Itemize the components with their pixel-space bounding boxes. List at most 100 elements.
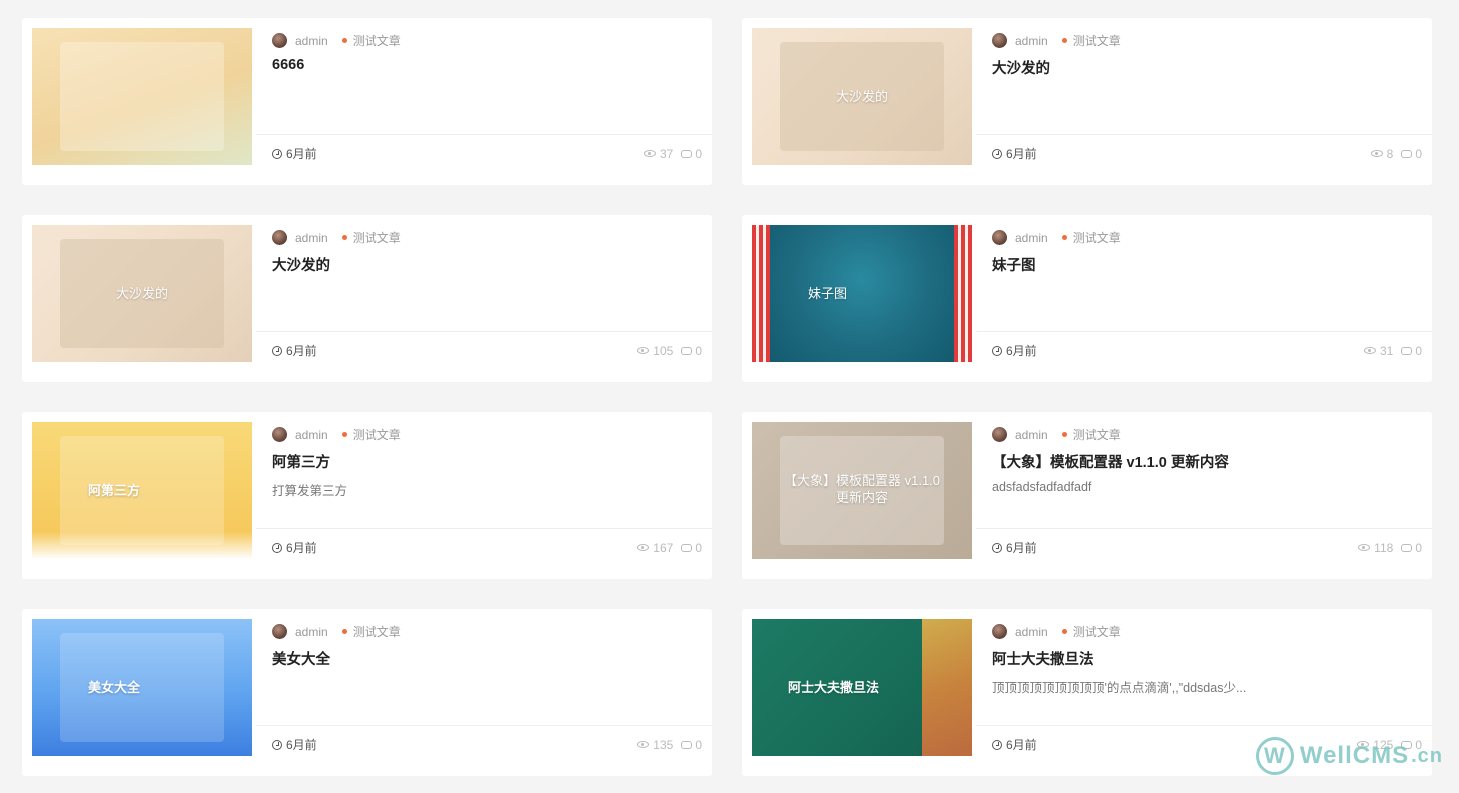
clock-icon: [992, 148, 1002, 159]
avatar[interactable]: [272, 230, 287, 245]
post-card[interactable]: 大沙发的 admin 测试文章 大沙发的 6月前 105 0: [22, 215, 712, 382]
clock-icon: [272, 739, 282, 750]
post-thumbnail[interactable]: 美女大全: [32, 619, 252, 756]
post-card[interactable]: 大沙发的 admin 测试文章 大沙发的 6月前 8 0: [742, 18, 1432, 185]
thumbnail-title: 【大象】模板配置器 v1.1.0 更新内容: [783, 473, 941, 505]
post-card[interactable]: 【大象】模板配置器 v1.1.0 更新内容 admin 测试文章 【大象】模板配…: [742, 412, 1432, 579]
divider: [976, 528, 1432, 529]
time-text: 6月前: [1006, 738, 1037, 752]
comment-icon: [681, 346, 693, 355]
post-thumbnail[interactable]: 大沙发的: [752, 28, 972, 165]
time-text: 6月前: [286, 738, 317, 752]
comments-stat: 0: [1401, 344, 1422, 358]
avatar[interactable]: [272, 427, 287, 442]
avatar[interactable]: [992, 230, 1007, 245]
post-thumbnail[interactable]: 6666: [32, 28, 252, 165]
time-text: 6月前: [1006, 541, 1037, 555]
post-thumbnail[interactable]: 妹子图: [752, 225, 972, 362]
post-title[interactable]: 妹子图: [992, 254, 1422, 275]
author-link[interactable]: admin: [1015, 625, 1048, 639]
views-count: 135: [653, 737, 674, 752]
post-thumbnail[interactable]: 【大象】模板配置器 v1.1.0 更新内容: [752, 422, 972, 559]
post-excerpt: 顶顶顶顶顶顶顶顶顶'的点点滴滴',,"ddsdas少...: [992, 681, 1247, 695]
comments-count: 0: [1415, 146, 1422, 161]
category-link[interactable]: 测试文章: [1073, 32, 1121, 49]
clock-icon: [272, 345, 282, 356]
category-dot: [1061, 38, 1067, 43]
views-count: 37: [659, 146, 674, 161]
eye-icon: [1370, 150, 1383, 157]
post-thumbnail[interactable]: 阿士大夫撒旦法: [752, 619, 972, 756]
comments-count: 0: [695, 343, 702, 358]
post-title[interactable]: 美女大全: [272, 648, 702, 669]
comments-count: 0: [1415, 343, 1422, 358]
comments-stat: 0: [681, 344, 702, 358]
post-time: 6月前: [992, 342, 1037, 359]
post-title[interactable]: 6666: [272, 57, 702, 73]
author-link[interactable]: admin: [295, 428, 328, 442]
post-title[interactable]: 大沙发的: [272, 254, 702, 275]
avatar[interactable]: [992, 427, 1007, 442]
author-link[interactable]: admin: [1015, 34, 1048, 48]
time-text: 6月前: [1006, 344, 1037, 358]
category-dot: [341, 235, 347, 240]
comment-icon: [681, 740, 693, 749]
post-title[interactable]: 阿第三方: [272, 451, 702, 472]
views-count: 31: [1379, 343, 1394, 358]
divider: [976, 134, 1432, 135]
author-link[interactable]: admin: [295, 625, 328, 639]
category-link[interactable]: 测试文章: [1073, 426, 1121, 443]
post-card[interactable]: 美女大全 admin 测试文章 美女大全 6月前 135 0: [22, 609, 712, 776]
views-count: 167: [653, 540, 674, 555]
author-link[interactable]: admin: [295, 34, 328, 48]
clock-icon: [272, 542, 282, 553]
divider: [256, 725, 712, 726]
thumbnail-title: 美女大全: [88, 680, 141, 695]
post-thumbnail[interactable]: 阿第三方: [32, 422, 252, 559]
post-time: 6月前: [272, 342, 317, 359]
divider: [256, 331, 712, 332]
post-title[interactable]: 【大象】模板配置器 v1.1.0 更新内容: [992, 451, 1422, 472]
avatar[interactable]: [992, 33, 1007, 48]
post-title[interactable]: 阿士大夫撒旦法: [992, 648, 1422, 669]
post-card[interactable]: 6666 admin 测试文章 6666 6月前 37 0: [22, 18, 712, 185]
post-card[interactable]: 妹子图 admin 测试文章 妹子图 6月前 31 0: [742, 215, 1432, 382]
author-link[interactable]: admin: [1015, 231, 1048, 245]
eye-icon: [637, 347, 650, 354]
avatar[interactable]: [992, 624, 1007, 639]
eye-icon: [637, 741, 650, 748]
avatar[interactable]: [272, 33, 287, 48]
comment-icon: [1401, 149, 1413, 158]
comment-icon: [1401, 346, 1413, 355]
category-link[interactable]: 测试文章: [1073, 623, 1121, 640]
views-stat: 105: [637, 344, 673, 358]
avatar[interactable]: [272, 624, 287, 639]
author-link[interactable]: admin: [295, 231, 328, 245]
category-link[interactable]: 测试文章: [1073, 229, 1121, 246]
time-text: 6月前: [286, 344, 317, 358]
views-stat: 118: [1358, 541, 1393, 555]
thumbnail-title: 阿第三方: [88, 483, 141, 498]
eye-icon: [1358, 544, 1371, 551]
thumbnail-title: 阿士大夫撒旦法: [788, 680, 880, 695]
author-link[interactable]: admin: [1015, 428, 1048, 442]
post-grid: 6666 admin 测试文章 6666 6月前 37 0 大沙发的: [22, 18, 1432, 776]
post-time: 6月前: [272, 145, 317, 162]
views-count: 105: [653, 343, 674, 358]
curtain-left: [752, 225, 770, 362]
category-link[interactable]: 测试文章: [353, 32, 401, 49]
category-link[interactable]: 测试文章: [353, 426, 401, 443]
views-stat: 31: [1363, 343, 1394, 358]
post-time: 6月前: [992, 736, 1037, 753]
views-count: 8: [1386, 146, 1394, 161]
post-excerpt: adsfadsfadfadfadf: [992, 480, 1092, 494]
category-link[interactable]: 测试文章: [353, 229, 401, 246]
divider: [256, 134, 712, 135]
post-thumbnail[interactable]: 大沙发的: [32, 225, 252, 362]
category-dot: [1061, 235, 1067, 240]
post-time: 6月前: [992, 145, 1037, 162]
post-title[interactable]: 大沙发的: [992, 57, 1422, 78]
watermark-suffix: .cn: [1411, 744, 1443, 767]
post-card[interactable]: 阿第三方 admin 测试文章 阿第三方 打算发第三方 6月前 167 0: [22, 412, 712, 579]
category-link[interactable]: 测试文章: [353, 623, 401, 640]
